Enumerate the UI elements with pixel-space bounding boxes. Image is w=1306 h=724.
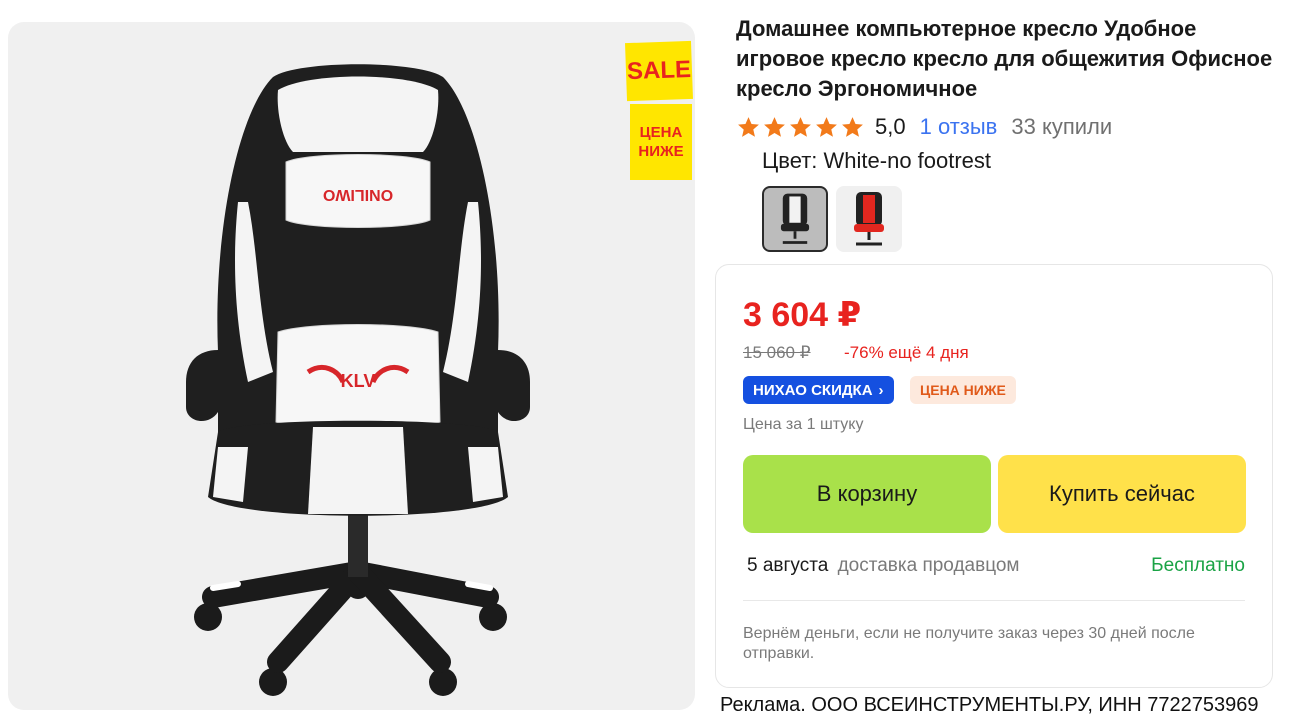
brand-logo-text: KLV	[341, 371, 376, 391]
color-label: Цвет: White-no footrest	[762, 148, 992, 173]
promo-discount-label: НИХАО СКИДКА	[753, 381, 873, 399]
product-title: Домашнее компьютерное кресло Удобное игр…	[736, 16, 1273, 101]
rating-row: 5,0 1 отзыв 33 купили	[736, 112, 1112, 142]
pillow-text: ONILIWO	[323, 186, 393, 203]
price-lower-line2: НИЖЕ	[638, 143, 684, 160]
rating-value: 5,0	[875, 114, 906, 139]
delivery-method: доставка продавцом	[837, 555, 1020, 576]
promo-discount-badge[interactable]: НИХАО СКИДКА ›	[743, 376, 894, 404]
discount-label: -76% ещё 4 дня	[844, 343, 969, 362]
add-to-cart-button[interactable]: В корзину	[743, 455, 991, 533]
variant-thumbnail-white	[780, 193, 810, 244]
sale-badge: SALE ЦЕНА НИЖЕ	[618, 20, 696, 180]
price-lower-badge: ЦЕНА НИЖЕ	[910, 376, 1016, 404]
divider	[743, 600, 1245, 601]
rating-stars	[736, 115, 865, 140]
variant-swatch-red[interactable]	[836, 186, 902, 252]
delivery-price: Бесплатно	[1151, 555, 1245, 576]
purchased-count: 33 купили	[1011, 114, 1113, 139]
unit-price-note: Цена за 1 штуку	[743, 416, 864, 433]
price-lower-label: ЦЕНА НИЖЕ	[630, 104, 692, 180]
refund-guarantee: Вернём деньги, если не получите заказ че…	[743, 625, 1195, 662]
chevron-right-icon: ›	[878, 381, 884, 399]
star-icon	[790, 116, 811, 137]
product-gallery[interactable]: ONILIWO KLV	[8, 22, 695, 710]
buy-now-button[interactable]: Купить сейчас	[998, 455, 1246, 533]
product-image[interactable]: ONILIWO KLV	[178, 52, 538, 702]
delivery-info: 5 августа доставка продавцом	[747, 555, 1020, 577]
reviews-link[interactable]: 1 отзыв	[920, 114, 998, 140]
variant-swatch-white[interactable]	[762, 186, 828, 252]
price-lower-line1: ЦЕНА	[639, 124, 683, 141]
buy-box: 3 604 ₽ 15 060 ₽ -76% ещё 4 дня НИХАО СК…	[715, 264, 1273, 688]
star-icon	[816, 116, 837, 137]
variant-thumbnail-red	[854, 192, 884, 246]
star-icon	[764, 116, 785, 137]
current-price: 3 604 ₽	[743, 296, 862, 334]
sale-label: SALE	[625, 40, 693, 102]
old-price: 15 060 ₽	[743, 343, 811, 362]
star-icon	[842, 116, 863, 137]
star-icon	[738, 116, 759, 137]
ad-disclaimer: Реклама. ООО ВСЕИНСТРУМЕНТЫ.РУ, ИНН 7722…	[714, 691, 1306, 724]
delivery-date: 5 августа	[747, 555, 829, 576]
